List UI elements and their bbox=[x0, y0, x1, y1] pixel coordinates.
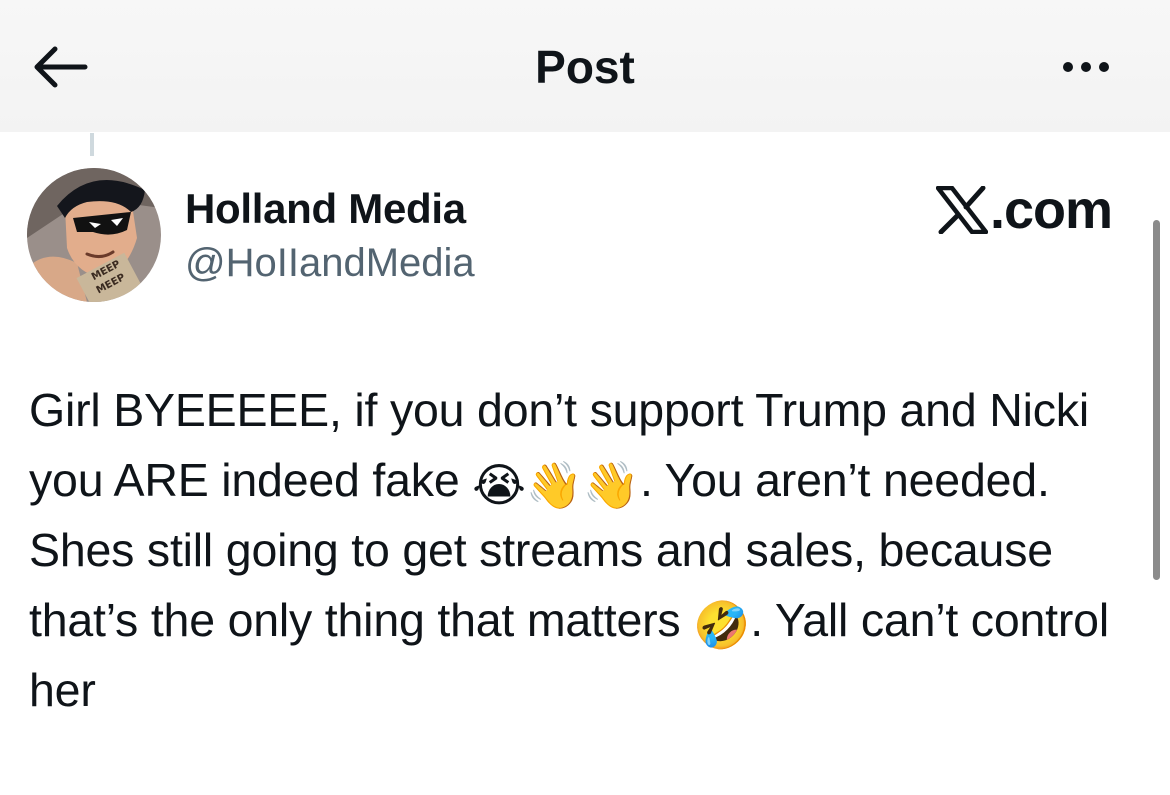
back-button[interactable] bbox=[26, 38, 92, 96]
waving-hand-emoji: 👋 bbox=[582, 459, 640, 511]
cartoon-avatar-icon: MEEP MEEP bbox=[27, 168, 161, 302]
rolling-laughing-emoji: 🤣 bbox=[693, 599, 751, 651]
author-display-name[interactable]: Holland Media bbox=[185, 184, 466, 234]
watermark-suffix: .com bbox=[989, 180, 1113, 240]
thread-connector-line bbox=[90, 133, 94, 156]
scrollbar[interactable] bbox=[1153, 220, 1160, 580]
x-com-watermark: .com bbox=[935, 180, 1113, 240]
arrow-left-icon bbox=[34, 46, 88, 88]
top-navigation-bar: Post bbox=[0, 0, 1170, 132]
page-title: Post bbox=[535, 41, 635, 93]
author-handle[interactable]: @HoIIandMedia bbox=[185, 238, 475, 288]
loudly-crying-emoji: 😭 bbox=[472, 459, 526, 511]
avatar[interactable]: MEEP MEEP bbox=[27, 168, 161, 302]
x-logo-icon bbox=[935, 186, 988, 234]
tweet-body: Girl BYEEEEE, if you don’t support Trump… bbox=[29, 375, 1154, 725]
more-horizontal-icon bbox=[1063, 62, 1073, 72]
more-options-button[interactable] bbox=[1050, 44, 1122, 90]
waving-hand-emoji: 👋 bbox=[525, 459, 583, 511]
